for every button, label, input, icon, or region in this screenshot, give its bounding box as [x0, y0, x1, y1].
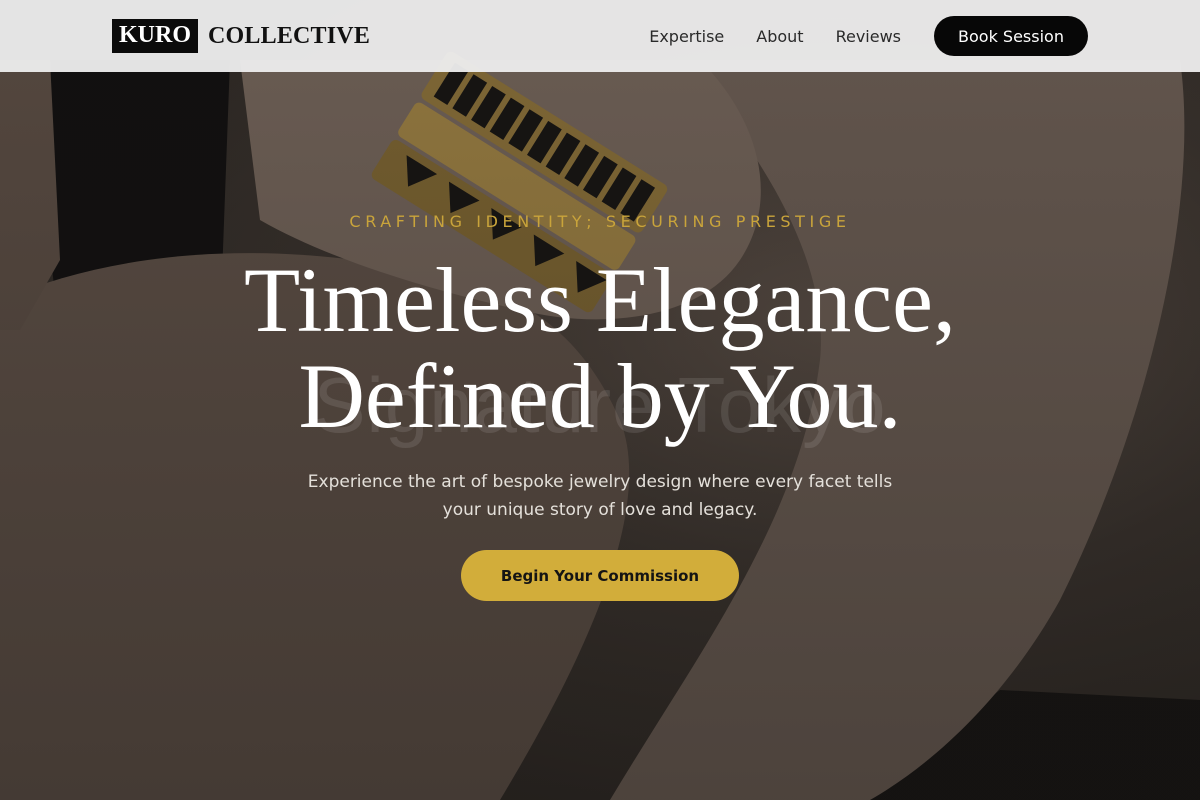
- hero-section: CRAFTING IDENTITY; SECURING PRESTIGE Tim…: [0, 0, 1200, 800]
- hero-tagline: CRAFTING IDENTITY; SECURING PRESTIGE: [349, 212, 851, 231]
- hero-subtext: Experience the art of bespoke jewelry de…: [307, 472, 893, 520]
- begin-commission-button[interactable]: Begin Your Commission: [461, 550, 739, 601]
- hero-headline: Timeless Elegance, Defined by You.: [0, 252, 1200, 444]
- hero-headline-line-1: Timeless Elegance,: [243, 249, 956, 351]
- hero-headline-line-2: Defined by You.: [298, 345, 902, 447]
